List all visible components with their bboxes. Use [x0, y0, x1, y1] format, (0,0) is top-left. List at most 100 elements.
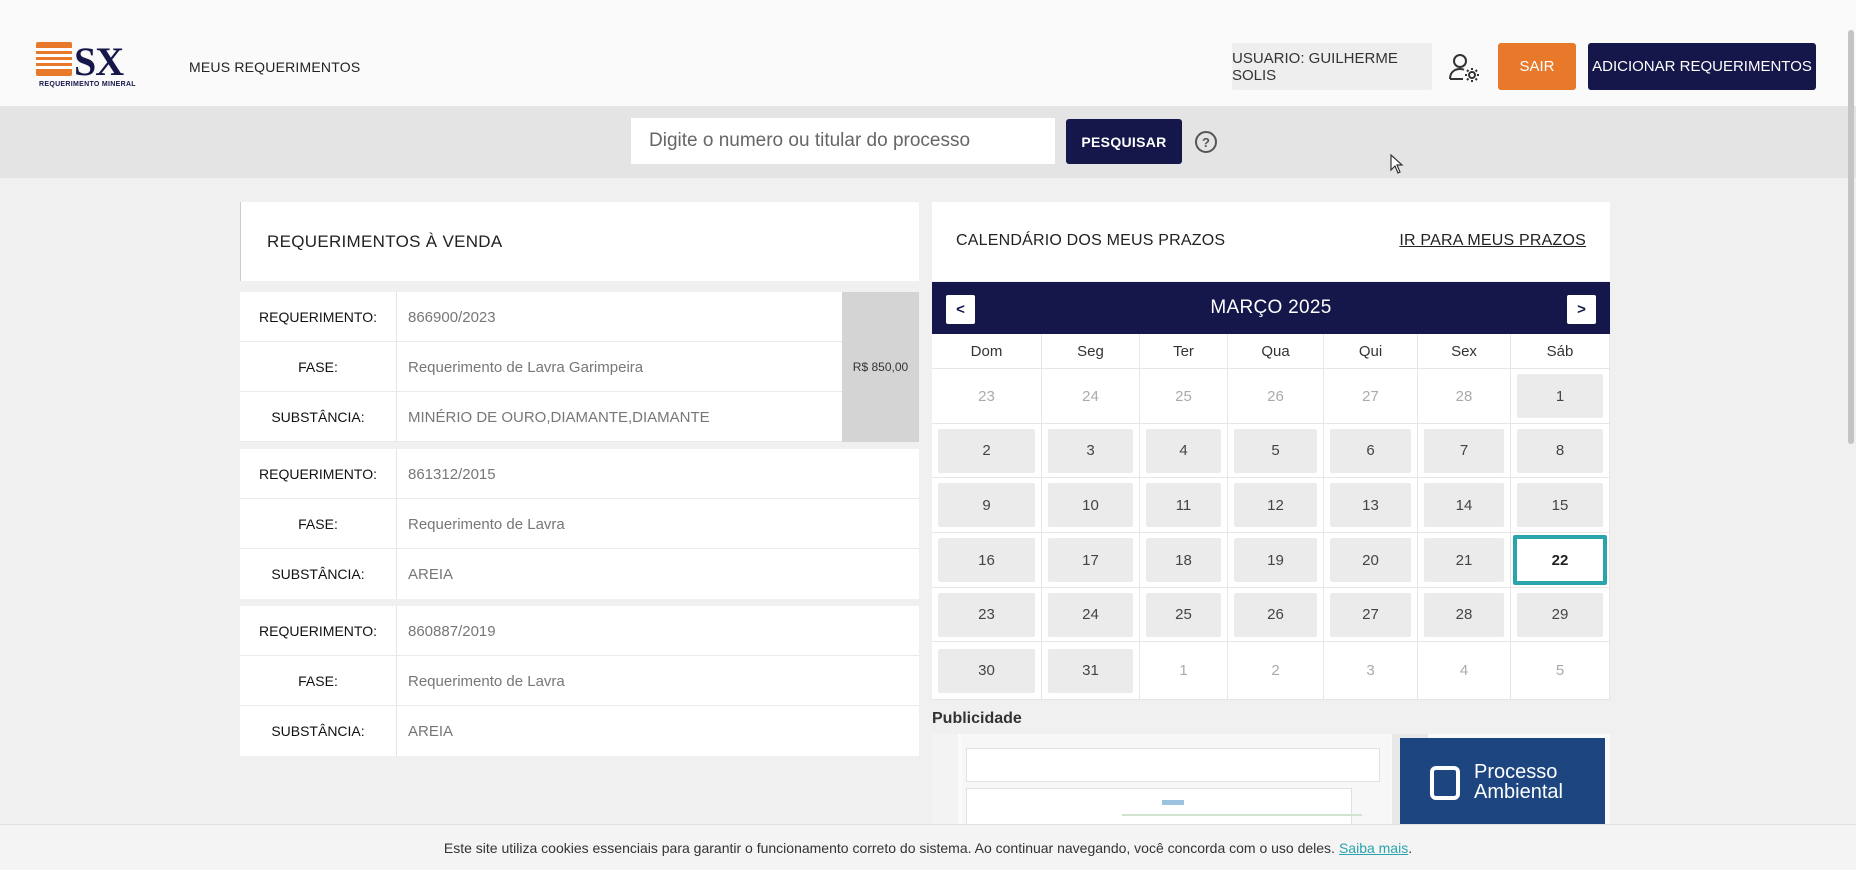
calendar-day-number: 1: [1179, 662, 1188, 679]
calendar-day[interactable]: 10: [1042, 478, 1140, 533]
brand-logo[interactable]: SX REQUERIMENTO MINERAL: [36, 39, 146, 94]
user-settings-icon[interactable]: [1448, 51, 1480, 83]
learn-more-link[interactable]: Saiba mais: [1339, 840, 1408, 856]
calendar-day[interactable]: 9: [932, 478, 1042, 533]
calendar-day[interactable]: 19: [1228, 533, 1324, 588]
sale-item[interactable]: REQUERIMENTO: 860887/2019 FASE: Requerim…: [240, 606, 919, 756]
sale-row-requerimento: REQUERIMENTO: 866900/2023: [240, 292, 919, 342]
calendar-day[interactable]: 21: [1418, 533, 1511, 588]
calendar-day[interactable]: 3: [1042, 424, 1140, 478]
calendar-day-number: 22: [1513, 535, 1607, 585]
sale-item[interactable]: REQUERIMENTO: 866900/2023 FASE: Requerim…: [240, 292, 919, 442]
calendar-day-number: 18: [1146, 538, 1221, 582]
substancia-label: SUBSTÂNCIA:: [240, 549, 397, 599]
search-bar: PESQUISAR ?: [0, 107, 1856, 178]
calendar-day[interactable]: 23: [932, 588, 1042, 642]
search-button[interactable]: PESQUISAR: [1066, 119, 1182, 164]
calendar-day[interactable]: 2: [932, 424, 1042, 478]
calendar-day[interactable]: 31: [1042, 642, 1140, 700]
calendar-day[interactable]: 28: [1418, 588, 1511, 642]
fase-label: FASE:: [240, 499, 397, 549]
calendar-day-number: 13: [1330, 483, 1411, 527]
calendar-day-number: 24: [1048, 592, 1133, 637]
logout-button[interactable]: SAIR: [1498, 43, 1576, 90]
substancia-label: SUBSTÂNCIA:: [240, 706, 397, 756]
calendar-day-number: 26: [1267, 387, 1284, 405]
calendar-day[interactable]: 30: [932, 642, 1042, 700]
calendar-day-number: 26: [1234, 592, 1317, 637]
calendar-day[interactable]: 4: [1140, 424, 1228, 478]
calendar-day-number: 8: [1517, 428, 1603, 473]
calendar-day[interactable]: 27: [1324, 588, 1418, 642]
calendar-title: CALENDÁRIO DOS MEUS PRAZOS: [956, 232, 1226, 249]
calendar-day-number: 2: [1271, 662, 1280, 679]
calendar-day[interactable]: 16: [932, 533, 1042, 588]
calendar-day: 5: [1511, 642, 1610, 700]
main-content: REQUERIMENTOS À VENDA REQUERIMENTO: 8669…: [0, 178, 1856, 824]
calendar-grid: Dom Seg Ter Qua Qui Sex Sáb 23 24 25 26 27 28 1 2 3 4 5 6 7…: [932, 334, 1610, 700]
calendar-day-number: 3: [1048, 428, 1133, 473]
logo-mark-icon: [36, 42, 72, 76]
calendar-day-today[interactable]: 22: [1511, 533, 1610, 588]
calendar-day: 4: [1418, 642, 1511, 700]
calendar-day[interactable]: 26: [1228, 588, 1324, 642]
calendar-day[interactable]: 8: [1511, 424, 1610, 478]
go-to-deadlines-link[interactable]: IR PARA MEUS PRAZOS: [1399, 232, 1586, 250]
calendar-day-number: 14: [1424, 483, 1504, 527]
help-icon[interactable]: ?: [1195, 131, 1217, 153]
calendar-day-number: 23: [938, 592, 1035, 637]
calendar-day[interactable]: 25: [1140, 588, 1228, 642]
calendar-day[interactable]: 6: [1324, 424, 1418, 478]
sale-row-fase: FASE: Requerimento de Lavra Garimpeira: [240, 342, 919, 392]
requerimento-label: REQUERIMENTO:: [240, 449, 397, 499]
weekday-header: Seg: [1042, 334, 1140, 369]
calendar-day[interactable]: 15: [1511, 478, 1610, 533]
calendar-day[interactable]: 7: [1418, 424, 1511, 478]
search-input[interactable]: [631, 118, 1055, 164]
calendar-day: 28: [1418, 369, 1511, 424]
calendar-day[interactable]: 5: [1228, 424, 1324, 478]
nav-meus-requerimentos[interactable]: MEUS REQUERIMENTOS: [189, 59, 360, 75]
calendar-day-number: 2: [938, 428, 1035, 473]
logo-text: SX: [74, 39, 124, 84]
calendar-day-number: 5: [1234, 428, 1317, 473]
calendar-day: 3: [1324, 642, 1418, 700]
requerimento-value: 860887/2019: [408, 622, 496, 640]
prev-month-button[interactable]: <: [946, 295, 975, 324]
calendar-day[interactable]: 29: [1511, 588, 1610, 642]
weekday-header: Sáb: [1511, 334, 1610, 369]
weekday-header: Qua: [1228, 334, 1324, 369]
page-scrollbar[interactable]: [1848, 30, 1854, 444]
weekday-header: Qui: [1324, 334, 1418, 369]
requerimento-value: 861312/2015: [408, 465, 496, 483]
ad-banner[interactable]: Processo Ambiental: [932, 734, 1610, 824]
sales-panel-title: REQUERIMENTOS À VENDA: [240, 202, 919, 281]
calendar-day[interactable]: 13: [1324, 478, 1418, 533]
calendar-day[interactable]: 24: [1042, 588, 1140, 642]
ad-processo-ambiental[interactable]: Processo Ambiental: [1400, 738, 1605, 824]
page-footer-space: [0, 870, 1856, 896]
fase-label: FASE:: [240, 656, 397, 706]
calendar-day: 24: [1042, 369, 1140, 424]
calendar-day[interactable]: 12: [1228, 478, 1324, 533]
weekday-header: Sex: [1418, 334, 1511, 369]
calendar-day-number: 25: [1175, 387, 1192, 405]
top-header: SX REQUERIMENTO MINERAL MEUS REQUERIMENT…: [0, 0, 1856, 107]
user-badge: USUARIO: GUILHERME SOLIS: [1232, 43, 1432, 90]
calendar-day[interactable]: 20: [1324, 533, 1418, 588]
sale-item[interactable]: REQUERIMENTO: 861312/2015 FASE: Requerim…: [240, 449, 919, 599]
ad-screenshot: [962, 734, 1390, 824]
calendar-day[interactable]: 11: [1140, 478, 1228, 533]
fase-value: Requerimento de Lavra: [408, 515, 565, 533]
calendar-day[interactable]: 14: [1418, 478, 1511, 533]
calendar-day-number: 3: [1366, 662, 1375, 679]
sale-row-substancia: SUBSTÂNCIA: MINÉRIO DE OURO,DIAMANTE,DIA…: [240, 392, 919, 442]
next-month-button[interactable]: >: [1567, 295, 1596, 324]
calendar-day-number: 9: [938, 483, 1035, 527]
fase-value: Requerimento de Lavra: [408, 672, 565, 690]
add-requerimentos-button[interactable]: ADICIONAR REQUERIMENTOS: [1588, 43, 1816, 90]
calendar-day-number: 17: [1048, 538, 1133, 582]
calendar-day[interactable]: 18: [1140, 533, 1228, 588]
calendar-day[interactable]: 17: [1042, 533, 1140, 588]
calendar-day[interactable]: 1: [1511, 369, 1610, 424]
